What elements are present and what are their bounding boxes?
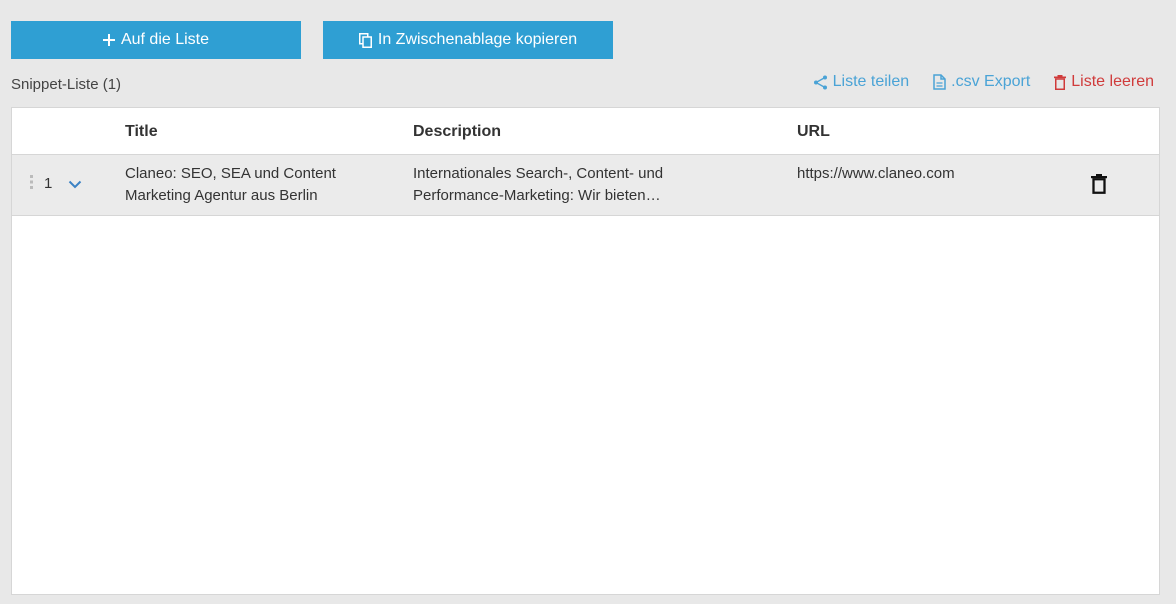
add-to-list-label: Auf die Liste xyxy=(120,31,210,48)
column-header-title: Title xyxy=(125,123,158,140)
column-header-description: Description xyxy=(413,123,502,140)
snippet-table: Title Description URL 1 Claneo: SEO, SEA… xyxy=(11,107,1160,595)
csv-export-label: .csv Export xyxy=(951,73,1031,90)
drag-handle-icon[interactable] xyxy=(29,175,35,189)
copy-icon xyxy=(358,32,372,48)
delete-row-trash-icon[interactable] xyxy=(1091,174,1107,199)
snippet-list-title: Snippet-Liste (1) xyxy=(11,76,122,93)
copy-to-clipboard-button[interactable]: In Zwischenablage kopieren xyxy=(323,21,613,59)
trash-icon xyxy=(1054,74,1067,90)
plus-icon xyxy=(102,34,115,46)
share-list-link[interactable]: Liste teilen xyxy=(813,73,910,91)
column-header-url: URL xyxy=(797,123,830,140)
row-url: https://www.claneo.com xyxy=(797,165,955,182)
row-title: Claneo: SEO, SEA und Content Marketing A… xyxy=(125,165,336,204)
csv-export-link[interactable]: .csv Export xyxy=(933,73,1030,91)
row-description: Internationales Search-, Content- und Pe… xyxy=(413,165,664,204)
row-index: 1 xyxy=(44,175,53,192)
list-actions: Liste teilen .csv Export Liste leeren xyxy=(813,73,1154,91)
share-icon xyxy=(813,75,828,90)
table-header: Title Description URL xyxy=(12,108,1159,155)
clear-list-link[interactable]: Liste leeren xyxy=(1054,73,1154,91)
file-icon xyxy=(933,74,946,90)
copy-to-clipboard-label: In Zwischenablage kopieren xyxy=(377,31,578,48)
add-to-list-button[interactable]: Auf die Liste xyxy=(11,21,301,59)
clear-list-label: Liste leeren xyxy=(1071,73,1154,90)
share-list-label: Liste teilen xyxy=(832,73,910,90)
table-row: 1 Claneo: SEO, SEA und Content Marketing… xyxy=(12,155,1159,216)
chevron-down-icon[interactable] xyxy=(68,176,82,194)
